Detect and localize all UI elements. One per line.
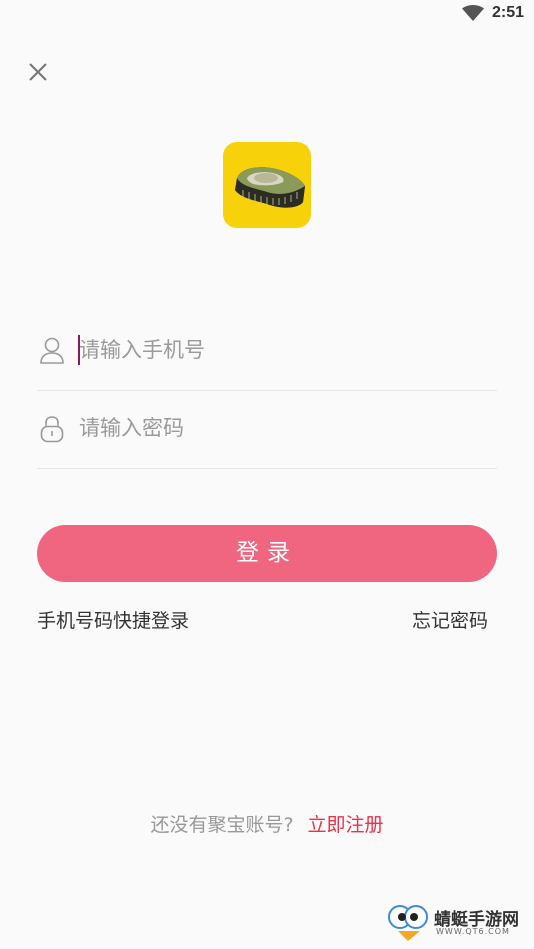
quick-login-link[interactable]: 手机号码快捷登录 [37,606,189,633]
phone-row [37,312,497,391]
dragonfly-logo-icon [388,905,428,941]
user-icon [40,337,64,364]
status-time: 2:51 [491,4,524,21]
close-icon[interactable] [24,58,52,86]
signup-line: 还没有聚宝账号? 立即注册 [0,810,534,837]
password-row [37,390,497,469]
login-button[interactable]: 登录 [37,525,497,582]
signup-link[interactable]: 立即注册 [308,814,384,836]
phone-input[interactable] [79,330,479,370]
status-bar: 2:51 [0,0,534,30]
lock-icon [40,416,64,443]
signup-prompt: 还没有聚宝账号? [150,814,294,836]
app-logo-graphic [235,167,305,208]
wifi-icon [462,5,484,21]
password-input[interactable] [79,408,479,448]
watermark: 蜻蜓手游网 WWW.QT6.COM [386,903,526,943]
watermark-subtitle: WWW.QT6.COM [436,927,510,936]
app-logo [223,142,311,228]
forgot-password-link[interactable]: 忘记密码 [412,606,488,633]
text-caret [78,335,80,365]
login-screen: 2:51 请输入手机号 登录 手机号码快捷登录 忘记密码 还没有聚宝账号? 立即… [0,0,534,949]
